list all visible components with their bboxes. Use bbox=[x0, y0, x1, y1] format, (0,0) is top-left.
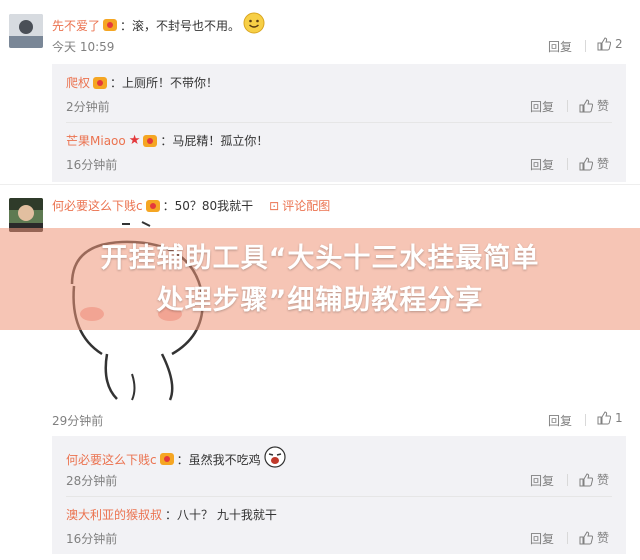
thumbs-up-icon bbox=[579, 530, 593, 544]
reply-button[interactable]: 回复 bbox=[530, 156, 554, 173]
reply-text: ：八十？ 九十我就干 bbox=[165, 508, 277, 522]
reply-button[interactable]: 回复 bbox=[548, 412, 572, 429]
member-badge-icon bbox=[103, 19, 118, 31]
reply-user-name[interactable]: 爬权 bbox=[66, 74, 90, 91]
comment-user-name[interactable]: 何必要这么下贱c bbox=[52, 197, 143, 214]
star-icon: ★ bbox=[128, 133, 141, 148]
like-label: 赞 bbox=[597, 473, 610, 487]
reply-list: 爬权 ：上厕所！不带你！ 2分钟前 回复 赞 芒果Miaoo ★ ：马屁精！孤立… bbox=[52, 64, 626, 182]
thumbs-up-icon bbox=[597, 411, 611, 425]
laughing-emoji-icon bbox=[264, 446, 286, 472]
reply-text: ：虽然我不吃鸡 bbox=[176, 452, 261, 467]
comment-text: ：滚，不封号也不用。 bbox=[120, 18, 241, 33]
member-badge-icon bbox=[93, 76, 108, 89]
avatar[interactable] bbox=[9, 14, 43, 48]
banner-title-line-1: 开挂辅助工具“大头十三水挂最简单 bbox=[100, 243, 540, 274]
reply-time: 2分钟前 bbox=[66, 100, 110, 114]
reply-button[interactable]: 回复 bbox=[548, 38, 572, 55]
reply-button[interactable]: 回复 bbox=[530, 530, 554, 547]
comment-text: ：50？80我就干 bbox=[162, 199, 254, 213]
member-badge-icon bbox=[145, 199, 160, 212]
like-label: 赞 bbox=[597, 157, 610, 171]
like-button[interactable]: 赞 bbox=[579, 529, 609, 546]
thumbs-up-icon bbox=[597, 37, 611, 51]
comment-user-name[interactable]: 先不爱了 bbox=[52, 17, 100, 34]
reply-time: 28分钟前 bbox=[66, 474, 118, 488]
comment-time: 今天 10:59 bbox=[52, 40, 115, 54]
like-button[interactable]: 2 bbox=[597, 37, 623, 51]
reply-time: 16分钟前 bbox=[66, 532, 118, 546]
reply-text: ：马屁精！孤立你！ bbox=[160, 134, 269, 148]
comment-picture-link[interactable]: 评论配图 bbox=[282, 197, 330, 214]
comment-time: 29分钟前 bbox=[52, 414, 104, 428]
reply-user-name[interactable]: 澳大利亚的猴叔叔 bbox=[66, 506, 162, 523]
reply-list: 何必要这么下贱c ：虽然我不吃鸡 28分钟前 回复 赞 澳大利亚的猴叔叔 ：八十… bbox=[52, 436, 626, 554]
like-count: 2 bbox=[615, 37, 623, 51]
reply-button[interactable]: 回复 bbox=[530, 472, 554, 489]
avatar[interactable] bbox=[9, 198, 43, 232]
like-button[interactable]: 赞 bbox=[579, 97, 609, 114]
picture-icon: ⊡ bbox=[269, 198, 280, 213]
member-badge-icon bbox=[159, 453, 174, 465]
thumbs-up-icon bbox=[579, 98, 593, 112]
like-button[interactable]: 赞 bbox=[579, 155, 609, 172]
thumbs-up-icon bbox=[579, 156, 593, 170]
like-label: 赞 bbox=[597, 99, 610, 113]
like-button[interactable]: 赞 bbox=[579, 471, 609, 488]
smile-emoji-icon bbox=[243, 12, 265, 38]
like-button[interactable]: 1 bbox=[597, 411, 623, 425]
thumbs-up-icon bbox=[579, 472, 593, 486]
reply-text: ：上厕所！不带你！ bbox=[110, 76, 219, 90]
like-count: 1 bbox=[615, 411, 623, 425]
reply-user-name[interactable]: 何必要这么下贱c bbox=[66, 451, 157, 468]
reply-button[interactable]: 回复 bbox=[530, 98, 554, 115]
reply-time: 16分钟前 bbox=[66, 158, 118, 172]
banner-title-line-2: 处理步骤”细辅助教程分享 bbox=[156, 285, 484, 316]
reply-user-name[interactable]: 芒果Miaoo bbox=[66, 132, 126, 149]
member-badge-icon bbox=[143, 134, 158, 147]
title-banner: 开挂辅助工具“大头十三水挂最简单 处理步骤”细辅助教程分享 bbox=[0, 228, 640, 330]
like-label: 赞 bbox=[597, 531, 610, 545]
